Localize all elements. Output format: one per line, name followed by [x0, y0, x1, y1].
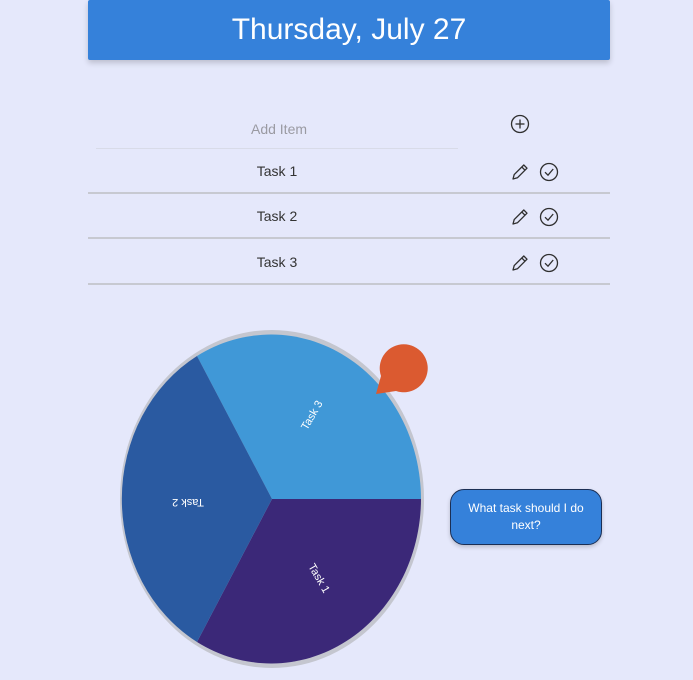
- task-label: Task 3: [256, 254, 298, 270]
- add-item-row: [96, 108, 462, 150]
- task-label: Task 2: [256, 208, 298, 224]
- date-header: Thursday, July 27: [88, 0, 610, 60]
- plus-circle-icon: [510, 114, 530, 134]
- teardrop-pointer-icon[interactable]: [368, 334, 432, 398]
- wheel-label-task-2: Task 2: [172, 496, 204, 508]
- task-row: Task 1: [88, 150, 610, 194]
- pencil-icon: [512, 255, 528, 271]
- complete-task-button[interactable]: [538, 161, 560, 183]
- edit-task-button[interactable]: [509, 252, 531, 274]
- edit-task-button[interactable]: [509, 206, 531, 228]
- date-title: Thursday, July 27: [231, 13, 467, 46]
- complete-task-button[interactable]: [538, 206, 560, 228]
- pencil-icon: [512, 209, 528, 225]
- task-row: Task 3: [88, 241, 610, 285]
- check-circle-icon: [539, 253, 559, 273]
- check-circle-icon: [539, 162, 559, 182]
- task-row: Task 2: [88, 195, 610, 239]
- add-item-input[interactable]: [96, 108, 462, 150]
- edit-task-button[interactable]: [509, 161, 531, 183]
- spin-wheel-button[interactable]: What task should I do next?: [450, 489, 602, 545]
- add-item-button[interactable]: [510, 114, 530, 134]
- complete-task-button[interactable]: [538, 252, 560, 274]
- task-label: Task 1: [256, 163, 298, 179]
- pencil-icon: [512, 164, 528, 180]
- check-circle-icon: [539, 207, 559, 227]
